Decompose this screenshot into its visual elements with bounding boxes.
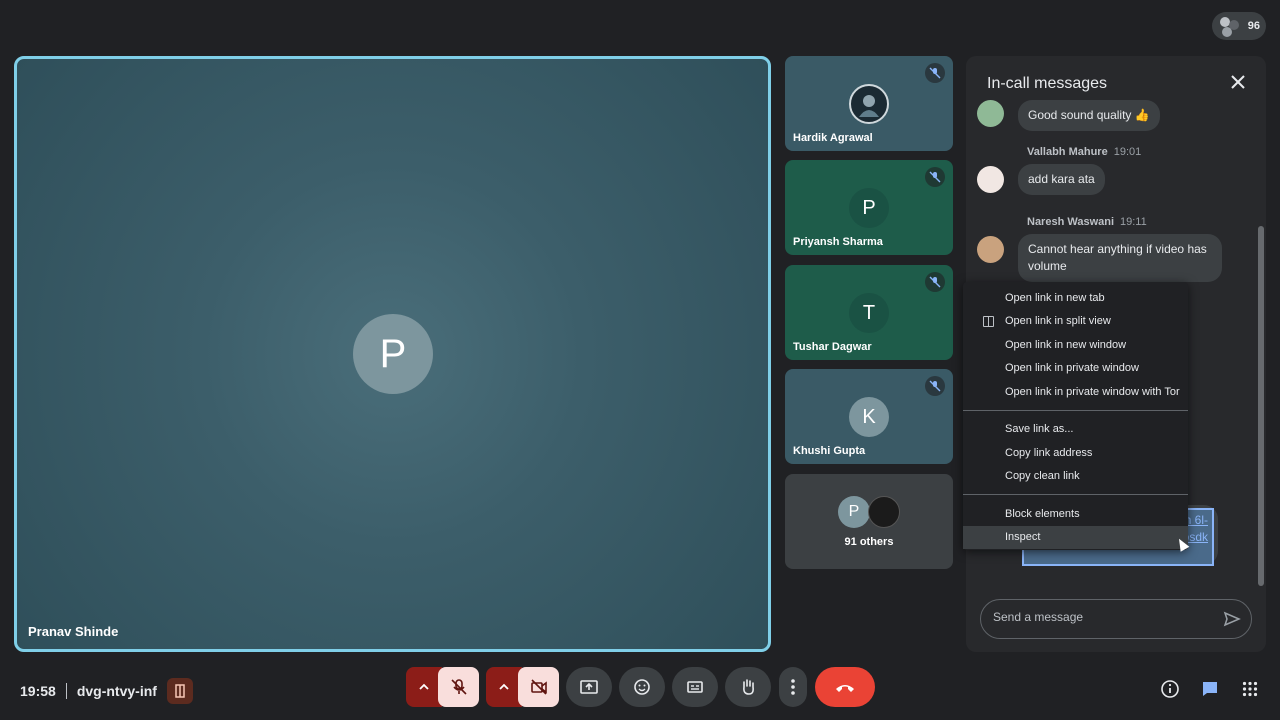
present-screen-icon [580, 680, 598, 694]
participant-name: Priyansh Sharma [793, 236, 883, 248]
close-icon[interactable] [1228, 72, 1248, 92]
message-input-box[interactable] [980, 599, 1252, 639]
chat-message: add kara ata [1018, 164, 1105, 195]
participant-tile-hardik[interactable]: Hardik Agrawal [785, 56, 953, 151]
participant-avatars-icon [1218, 15, 1240, 37]
context-menu: Open link in new tab Open link in split … [963, 282, 1188, 550]
chevron-up-icon [419, 683, 429, 690]
avatar [849, 84, 889, 124]
message-input[interactable] [993, 610, 1213, 624]
participant-name: Hardik Agrawal [793, 132, 873, 144]
avatar [977, 236, 1004, 263]
meeting-info: 19:58 dvg-ntvy-inf [20, 678, 193, 704]
participant-tile-tushar[interactable]: T Tushar Dagwar [785, 265, 953, 360]
message-time: 19:11 [1120, 216, 1147, 228]
others-tile[interactable]: P 91 others [785, 474, 953, 569]
more-vert-icon [791, 679, 795, 695]
chat-scrollbar[interactable] [1258, 226, 1264, 586]
captions-button[interactable] [672, 667, 718, 707]
menu-item-save-link[interactable]: Save link as... [963, 418, 1188, 442]
split-view-icon [983, 315, 994, 327]
hand-icon [743, 679, 754, 695]
chevron-up-icon [499, 683, 509, 690]
participant-tile-khushi[interactable]: K Khushi Gupta [785, 369, 953, 464]
main-participant-avatar: P [353, 314, 433, 394]
avatar: T [849, 293, 889, 333]
participant-name: Khushi Gupta [793, 445, 866, 457]
reactions-button[interactable] [619, 667, 665, 707]
bottom-toolbar: 19:58 dvg-ntvy-inf [0, 660, 1280, 720]
mic-off-icon [450, 679, 467, 695]
avatar: P [838, 496, 870, 528]
menu-item-open-new-window[interactable]: Open link in new window [963, 333, 1188, 357]
mic-toggle-button[interactable] [438, 667, 479, 707]
others-count-label: 91 others [844, 536, 894, 548]
chat-title: In-call messages [987, 75, 1108, 92]
participant-name: Tushar Dagwar [793, 341, 872, 353]
camera-off-icon [530, 679, 547, 695]
raise-hand-button[interactable] [725, 667, 771, 707]
avatar [868, 496, 900, 528]
menu-item-open-private-window[interactable]: Open link in private window [963, 357, 1188, 381]
camera-toggle-button[interactable] [518, 667, 559, 707]
avatar [977, 166, 1004, 193]
activities-icon[interactable] [1238, 677, 1262, 701]
audio-options-button[interactable] [406, 667, 442, 707]
mic-off-icon [925, 272, 945, 292]
chat-sender: Naresh Waswani 19:11 [1027, 216, 1147, 228]
sender-name: Vallabh Mahure [1027, 146, 1108, 158]
menu-item-copy-clean-link[interactable]: Copy clean link [963, 465, 1188, 489]
menu-item-open-new-tab[interactable]: Open link in new tab [963, 286, 1188, 310]
avatar: K [849, 397, 889, 437]
leave-call-button[interactable] [815, 667, 875, 707]
sender-name: Naresh Waswani [1027, 216, 1115, 228]
menu-divider [963, 409, 1188, 411]
chat-icon[interactable] [1198, 677, 1222, 701]
menu-item-copy-link[interactable]: Copy link address [963, 441, 1188, 465]
video-options-button[interactable] [486, 667, 522, 707]
participant-tile-priyansh[interactable]: P Priyansh Sharma [785, 160, 953, 255]
emoji-icon [634, 679, 650, 695]
meeting-details-icon[interactable] [1158, 677, 1182, 701]
avatar: P [849, 188, 889, 228]
host-controls-icon[interactable] [166, 678, 193, 704]
send-icon[interactable] [1223, 610, 1241, 628]
captions-icon [687, 681, 703, 693]
chat-message: Cannot hear anything if video has volume [1018, 234, 1222, 282]
mic-off-icon [925, 167, 945, 187]
mic-off-icon [925, 376, 945, 396]
main-participant-name: Pranav Shinde [28, 624, 119, 639]
chat-sender: Vallabh Mahure 19:01 [1027, 146, 1141, 158]
avatar [977, 100, 1004, 127]
participant-count: 96 [1247, 20, 1260, 32]
end-call-icon [836, 685, 854, 692]
menu-item-block-elements[interactable]: Block elements [963, 502, 1188, 526]
meeting-code: dvg-ntvy-inf [76, 683, 157, 699]
menu-item-inspect[interactable]: Inspect [963, 525, 1188, 549]
mic-off-icon [925, 63, 945, 83]
divider [65, 683, 67, 699]
menu-item-label: Open link in split view [1005, 315, 1111, 328]
menu-item-open-private-tor[interactable]: Open link in private window with Tor [963, 380, 1188, 404]
main-participant-tile[interactable]: P Pranav Shinde [14, 56, 771, 652]
message-time: 19:01 [1113, 146, 1142, 158]
current-time: 19:58 [20, 683, 56, 699]
more-options-button[interactable] [779, 667, 807, 707]
present-screen-button[interactable] [566, 667, 612, 707]
menu-divider [963, 494, 1188, 495]
chat-message: Good sound quality 👍 [1018, 100, 1160, 131]
participants-badge[interactable]: 96 [1212, 12, 1266, 40]
menu-item-open-split-view[interactable]: Open link in split view [963, 310, 1188, 334]
